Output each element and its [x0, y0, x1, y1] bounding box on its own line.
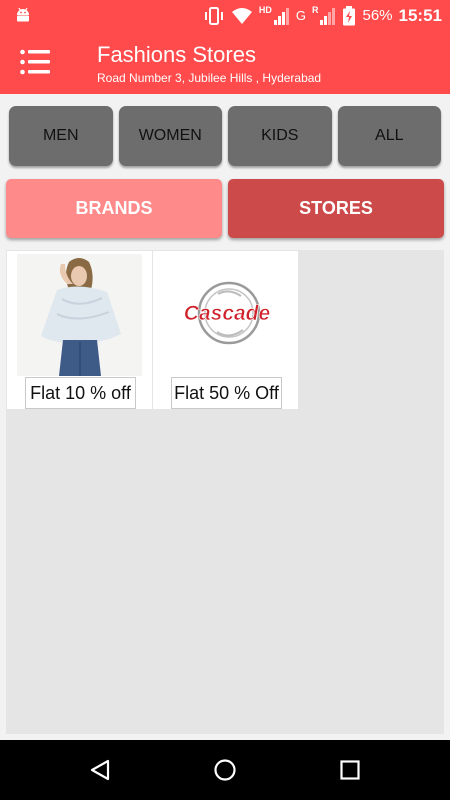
woman-fashion-photo: [17, 254, 142, 376]
category-all-button[interactable]: ALL: [337, 106, 441, 166]
recents-icon[interactable]: [338, 758, 362, 782]
navigation-bar: [0, 740, 450, 800]
cascade-logo: Cascade: [163, 254, 288, 376]
wifi-icon: [231, 7, 252, 24]
category-men-button[interactable]: MEN: [9, 106, 113, 166]
home-icon[interactable]: [213, 758, 237, 782]
battery-charging-icon: [343, 5, 356, 25]
offer-label: Flat 50 % Off: [171, 377, 282, 409]
store-title: Fashions Stores: [97, 42, 256, 67]
back-icon[interactable]: [88, 758, 112, 782]
android-icon: [17, 7, 29, 22]
category-women-button[interactable]: WOMEN: [118, 106, 222, 166]
app-bar: Fashions Stores Road Number 3, Jubilee H…: [0, 31, 450, 94]
network-r-label: R: [311, 4, 319, 15]
tab-brands[interactable]: BRANDS: [6, 179, 222, 238]
signal-icon: [273, 7, 290, 25]
offer-card[interactable]: Flat 10 % off: [7, 251, 152, 409]
category-kids-button[interactable]: KIDS: [228, 106, 332, 166]
clock: 15:51: [398, 5, 442, 25]
offer-label: Flat 10 % off: [25, 377, 136, 409]
battery-percent: 56%: [362, 7, 393, 24]
status-bar: HD G R 56% 15:51: [0, 0, 450, 31]
category-buttons: MEN WOMEN KIDS ALL: [9, 106, 441, 166]
cascade-logo-text: Cascade: [184, 302, 271, 325]
network-hd-label: HD: [258, 4, 272, 15]
tab-stores[interactable]: STORES: [228, 179, 444, 238]
offer-card[interactable]: Cascade Flat 50 % Off: [153, 251, 298, 409]
store-address: Road Number 3, Jubilee Hills , Hyderabad: [97, 71, 322, 85]
tab-bar: BRANDS STORES: [6, 179, 444, 238]
offers-grid: Flat 10 % off Cascade Flat 50 % Off: [6, 250, 444, 734]
network-g-label: G: [295, 8, 306, 23]
signal-icon-2: [320, 7, 336, 25]
vibrate-icon: [204, 6, 223, 25]
menu-icon[interactable]: [20, 49, 50, 75]
